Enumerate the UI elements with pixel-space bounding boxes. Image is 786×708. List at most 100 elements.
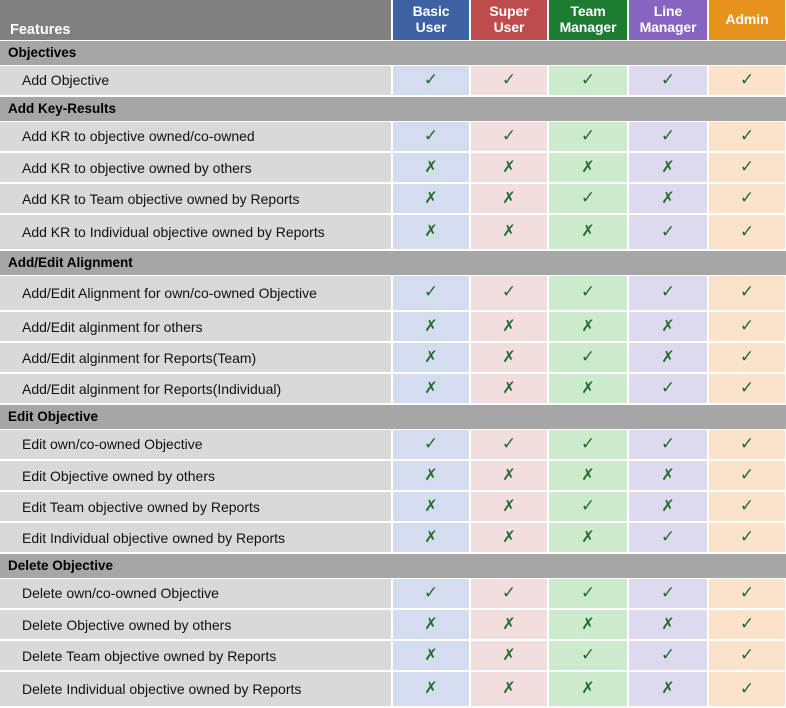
cross-icon: ✗ [661, 315, 675, 335]
check-icon: ✓ [580, 125, 596, 145]
check-icon: ✓ [739, 433, 755, 453]
feature-label: Add/Edit alginment for Reports(Team) [0, 342, 392, 374]
check-icon: ✓ [739, 614, 755, 633]
feature-label: Add KR to Individual objective owned by … [0, 214, 392, 251]
role-header-line: Line [653, 3, 683, 20]
features-column-header: Features [0, 0, 392, 41]
check-icon: ✓ [739, 157, 755, 176]
check-icon: ✓ [739, 125, 755, 145]
check-icon: ✓ [580, 347, 596, 366]
section-title: Add/Edit Alignment [0, 249, 392, 276]
check-icon: ✓ [501, 69, 517, 89]
role-header-line: User [415, 18, 447, 35]
permission-cell-admin: ✓ [707, 373, 786, 405]
permission-cell-line_manager: ✓ [627, 214, 709, 251]
check-icon: ✓ [739, 527, 755, 546]
feature-label: Edit Objective owned by others [0, 460, 392, 492]
permission-cell-basic_user: ✗ [391, 460, 471, 492]
permission-cell-super_user: ✗ [469, 311, 549, 343]
permission-cell-line_manager: ✓ [627, 373, 709, 405]
check-icon: ✓ [739, 645, 755, 664]
permission-cell-super_user: ✗ [469, 214, 549, 251]
cross-icon: ✗ [661, 464, 675, 484]
check-icon: ✓ [739, 316, 755, 335]
check-icon: ✓ [739, 582, 755, 602]
permission-cell-admin: ✓ [707, 671, 786, 708]
check-icon: ✓ [739, 378, 755, 397]
permission-cell-team_manager: ✗ [547, 373, 629, 405]
section-spacer-cell [548, 552, 628, 579]
permission-cell-line_manager: ✗ [627, 671, 709, 708]
check-icon: ✓ [580, 496, 596, 515]
cross-icon: ✗ [581, 526, 595, 546]
permission-cell-line_manager: ✓ [627, 275, 709, 312]
table-row: Add/Edit alginment for others ✗ ✗ ✗ ✗ ✓ [0, 311, 786, 343]
table-row: Edit own/co-owned Objective ✓ ✓ ✓ ✓ ✓ [0, 429, 786, 461]
permission-cell-admin: ✓ [707, 491, 786, 523]
role-header-line: User [493, 18, 525, 35]
section-spacer-cell [628, 95, 708, 122]
permission-cell-team_manager: ✗ [547, 311, 629, 343]
cross-icon: ✗ [424, 613, 438, 633]
cross-icon: ✗ [502, 644, 516, 664]
role-header-line: Basic [412, 3, 450, 20]
role-header-line: Manager [559, 18, 617, 35]
check-icon: ✓ [423, 69, 439, 89]
section-title: Objectives [0, 39, 392, 66]
cross-icon: ✗ [581, 464, 595, 484]
cross-icon: ✗ [502, 187, 516, 207]
table-row: Delete Objective owned by others ✗ ✗ ✗ ✗ ✓ [0, 609, 786, 641]
permission-cell-team_manager: ✗ [547, 609, 629, 641]
table-row: Delete Individual objective owned by Rep… [0, 671, 786, 708]
section-spacer-cell [628, 552, 708, 579]
cross-icon: ✗ [581, 678, 595, 697]
role-column-header-line_manager: Line Manager [627, 0, 709, 41]
feature-label: Edit Individual objective owned by Repor… [0, 522, 392, 554]
permission-cell-team_manager: ✗ [547, 522, 629, 554]
cross-icon: ✗ [502, 526, 516, 546]
check-icon: ✓ [660, 378, 676, 397]
permission-cell-admin: ✓ [707, 342, 786, 374]
check-icon: ✓ [580, 69, 596, 89]
cross-icon: ✗ [502, 315, 516, 335]
section-header-row: Objectives [0, 39, 786, 66]
permission-cell-basic_user: ✗ [391, 609, 471, 641]
permission-cell-basic_user: ✓ [391, 578, 471, 610]
permission-cell-super_user: ✗ [469, 460, 549, 492]
section-spacer-cell [392, 95, 470, 122]
permission-cell-basic_user: ✗ [391, 152, 471, 184]
permission-cell-team_manager: ✓ [547, 65, 629, 97]
permission-cell-basic_user: ✗ [391, 640, 471, 672]
permission-cell-line_manager: ✗ [627, 491, 709, 523]
section-spacer-cell [470, 95, 548, 122]
table-row: Add KR to Individual objective owned by … [0, 214, 786, 251]
cross-icon: ✗ [661, 495, 675, 515]
section-spacer-cell [392, 552, 470, 579]
section-header-row: Add Key-Results [0, 95, 786, 122]
check-icon: ✓ [660, 645, 676, 664]
cross-icon: ✗ [424, 221, 438, 240]
permission-cell-team_manager: ✗ [547, 671, 629, 708]
cross-icon: ✗ [424, 346, 438, 366]
cross-icon: ✗ [424, 644, 438, 664]
cross-icon: ✗ [424, 187, 438, 207]
permission-cell-team_manager: ✗ [547, 152, 629, 184]
feature-label: Add/Edit Alignment for own/co-owned Obje… [0, 275, 392, 312]
table-row: Add/Edit Alignment for own/co-owned Obje… [0, 275, 786, 312]
table-row: Delete own/co-owned Objective ✓ ✓ ✓ ✓ ✓ [0, 578, 786, 610]
cross-icon: ✗ [581, 315, 595, 335]
permission-cell-super_user: ✓ [469, 121, 549, 153]
section-spacer-cell [628, 403, 708, 430]
section-spacer-cell [708, 39, 786, 66]
permission-cell-basic_user: ✓ [391, 65, 471, 97]
permission-cell-admin: ✓ [707, 429, 786, 461]
section-spacer-cell [548, 95, 628, 122]
permission-cell-team_manager: ✓ [547, 429, 629, 461]
feature-label: Delete own/co-owned Objective [0, 578, 392, 610]
permission-cell-admin: ✓ [707, 311, 786, 343]
feature-label: Add KR to objective owned by others [0, 152, 392, 184]
section-spacer-cell [548, 249, 628, 276]
permission-cell-super_user: ✗ [469, 152, 549, 184]
permission-cell-super_user: ✓ [469, 65, 549, 97]
feature-label: Add/Edit alginment for others [0, 311, 392, 343]
